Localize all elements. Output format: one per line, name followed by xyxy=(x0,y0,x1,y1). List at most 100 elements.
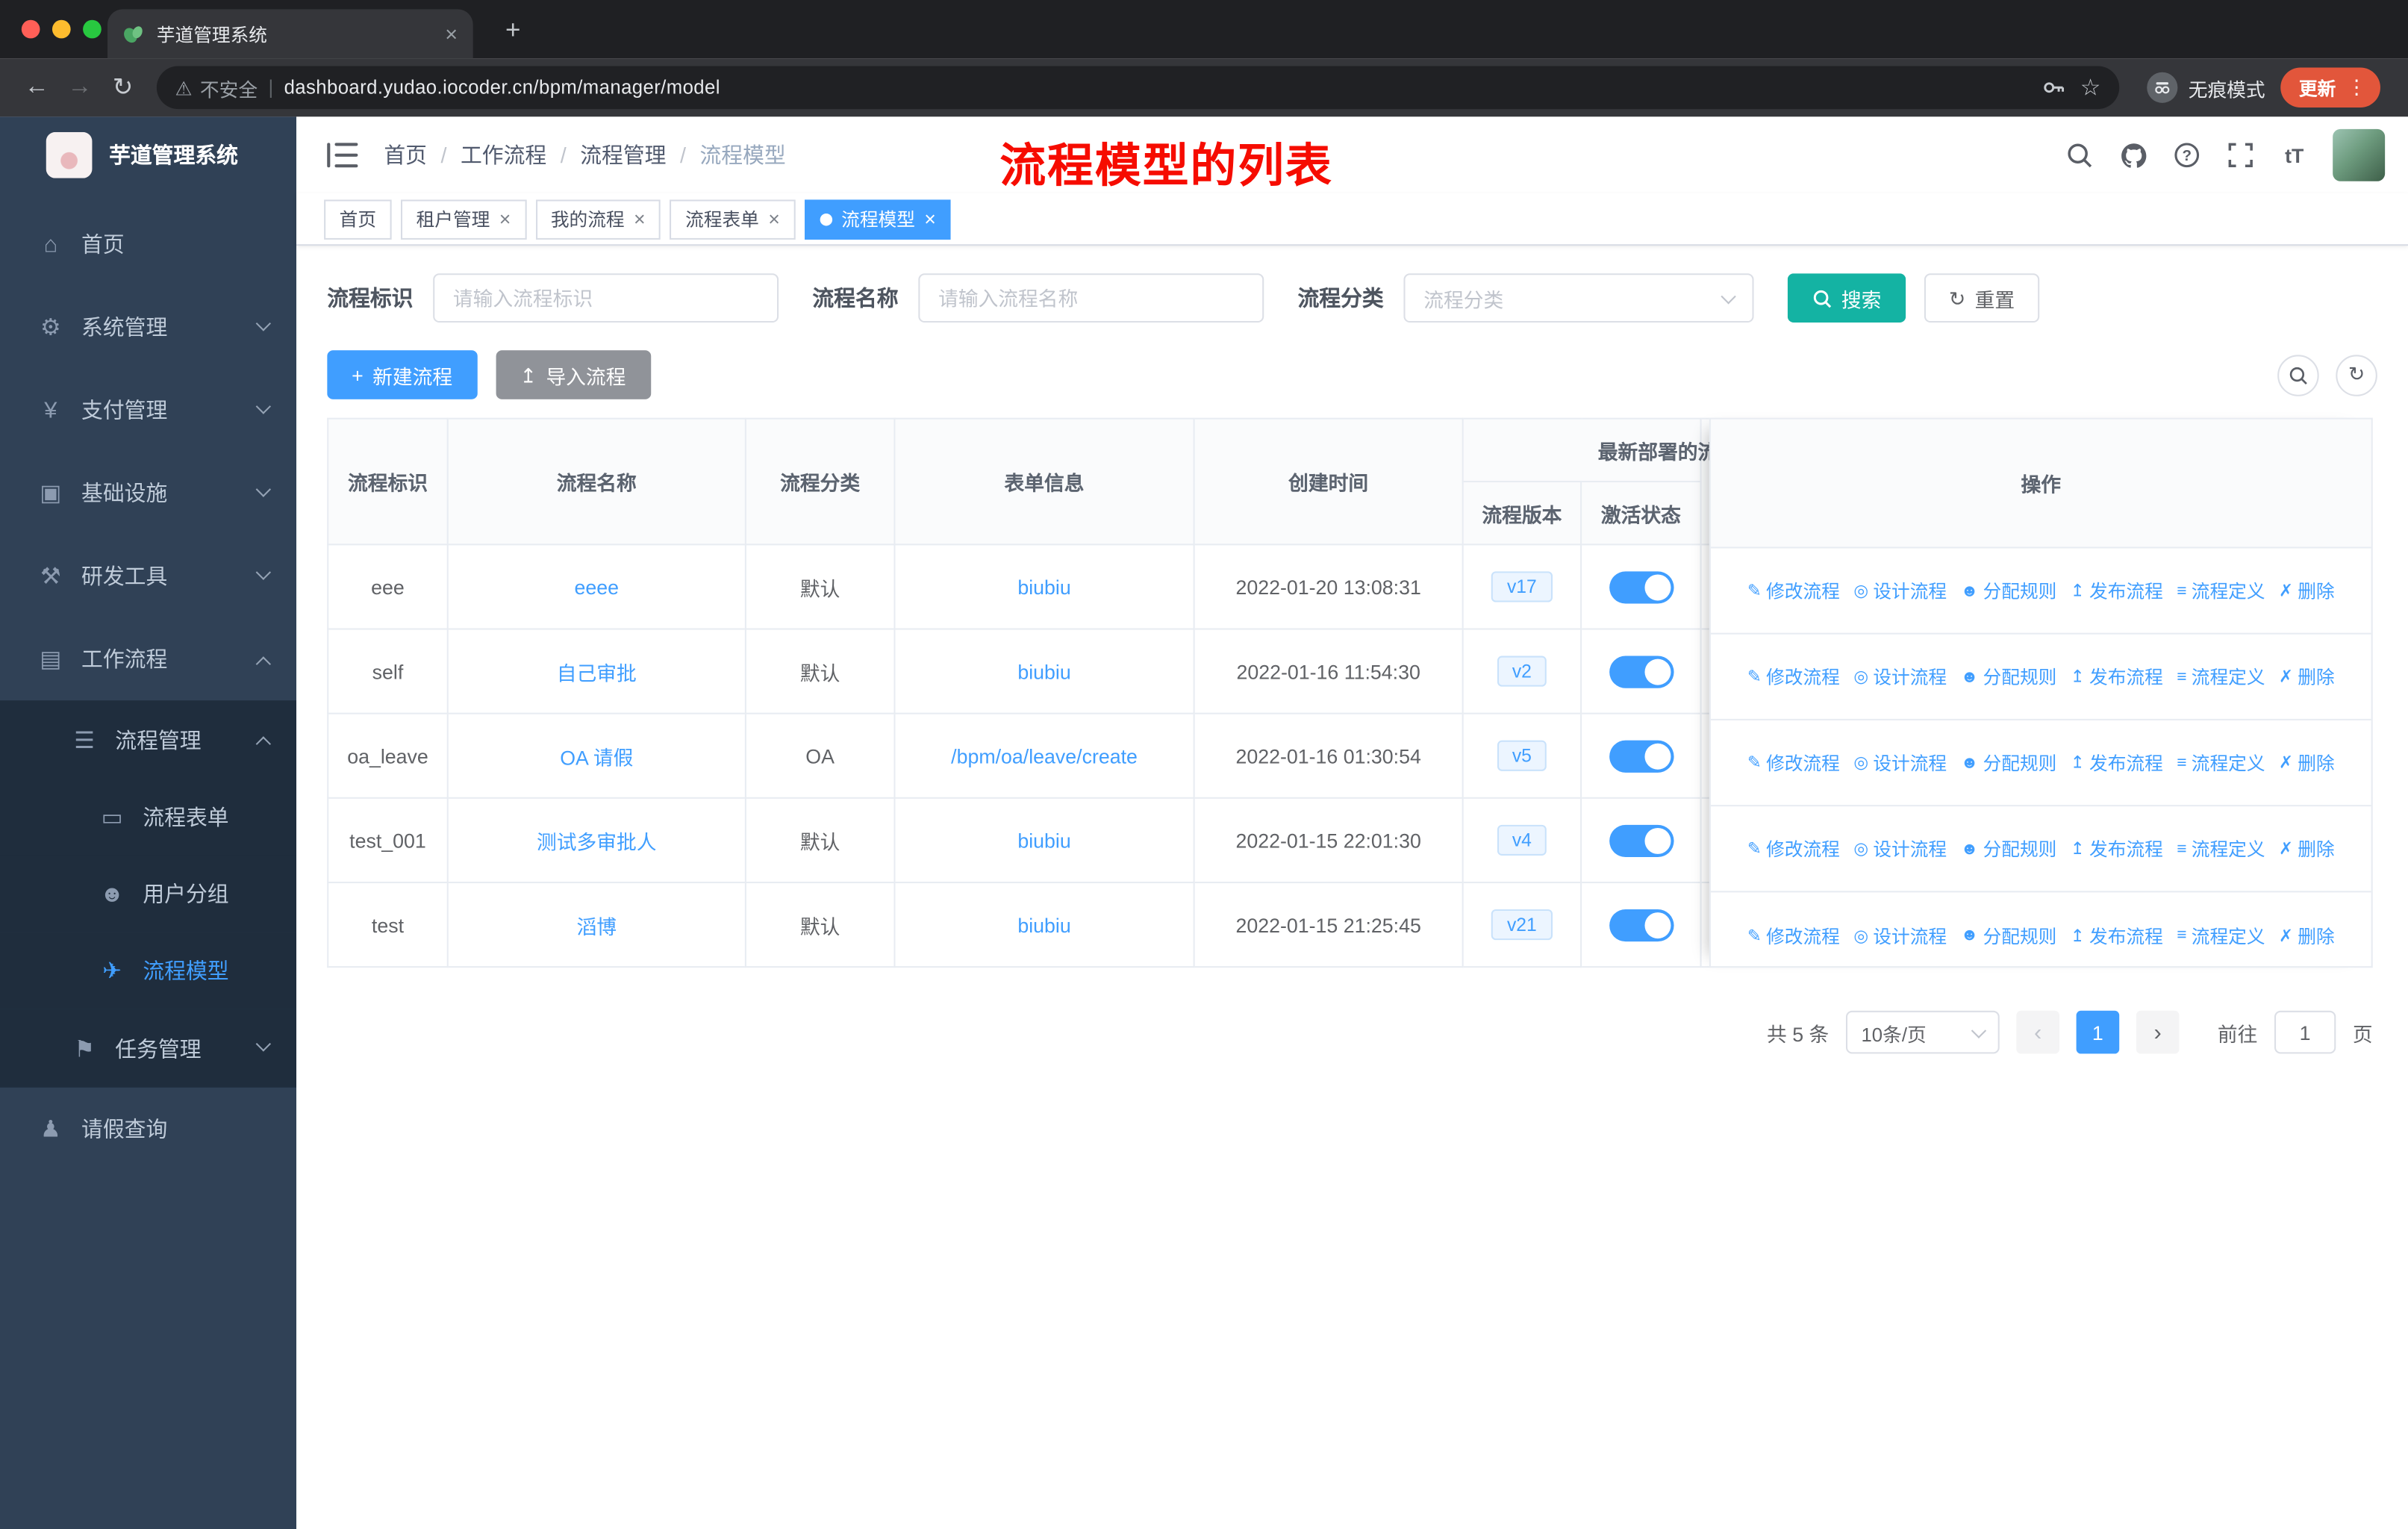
tag-租户管理[interactable]: 租户管理 × xyxy=(401,199,526,239)
page-button-1[interactable]: 1 xyxy=(2076,1010,2120,1054)
sidebar-item-user-group[interactable]: ☻ 用户分组 xyxy=(0,855,297,932)
reload-icon[interactable]: ↻ xyxy=(102,66,145,109)
sidebar-logo-row[interactable]: 芋道管理系统 xyxy=(0,116,296,193)
process-category-select[interactable]: 流程分类 xyxy=(1403,273,1754,323)
process-name-link[interactable]: OA 请假 xyxy=(560,746,633,769)
forward-icon[interactable]: → xyxy=(58,66,102,109)
search-icon[interactable] xyxy=(2064,140,2094,170)
browser-menu-icon[interactable]: ⋮ xyxy=(2347,75,2367,100)
zoom-window-button[interactable] xyxy=(83,19,102,39)
sidebar-item-workflow[interactable]: ▤ 工作流程 xyxy=(0,617,296,700)
tag-流程模型[interactable]: 流程模型 × xyxy=(804,199,952,239)
tab-close-icon[interactable]: × xyxy=(445,22,458,46)
action-publish-process[interactable]: ↥ 发布流程 xyxy=(2071,750,2163,776)
fullscreen-icon[interactable] xyxy=(2225,140,2256,170)
action-assign-rule[interactable]: ☻ 分配规则 xyxy=(1961,664,2057,690)
security-chip[interactable]: ⚠ 不安全 xyxy=(175,73,258,102)
password-key-icon[interactable] xyxy=(2040,75,2065,100)
refresh-table-icon[interactable]: ↻ xyxy=(2336,354,2377,396)
tag-我的流程[interactable]: 我的流程 × xyxy=(535,199,661,239)
tag-首页[interactable]: 首页 xyxy=(324,199,392,239)
form-info-link[interactable]: biubiu xyxy=(1017,660,1070,683)
tag-close-icon[interactable]: × xyxy=(499,208,511,231)
page-size-select[interactable]: 10条/页 xyxy=(1845,1010,2000,1054)
form-info-link[interactable]: biubiu xyxy=(1017,575,1070,598)
active-toggle[interactable] xyxy=(1609,570,1674,603)
process-name-link[interactable]: 自己审批 xyxy=(557,661,637,685)
create-process-button[interactable]: + 新建流程 xyxy=(327,350,478,399)
goto-page-input[interactable] xyxy=(2274,1010,2336,1054)
sidebar-item-dev-tools[interactable]: ⚒ 研发工具 xyxy=(0,535,296,617)
active-toggle[interactable] xyxy=(1609,739,1674,772)
sidebar-item-task-management[interactable]: ⚑ 任务管理 xyxy=(0,1009,297,1088)
bookmark-star-icon[interactable]: ☆ xyxy=(2080,74,2101,102)
action-design-process[interactable]: ◎ 设计流程 xyxy=(1853,664,1947,690)
form-info-link[interactable]: /bpm/oa/leave/create xyxy=(951,744,1138,767)
close-window-button[interactable] xyxy=(21,19,40,39)
sidebar-item-leave-query[interactable]: ♟ 请假查询 xyxy=(0,1088,296,1171)
sidebar-item-process-form[interactable]: ▭ 流程表单 xyxy=(0,779,297,856)
action-process-definition[interactable]: ≡ 流程定义 xyxy=(2177,750,2265,776)
prev-page-button[interactable]: ‹ xyxy=(2016,1010,2059,1054)
action-design-process[interactable]: ◎ 设计流程 xyxy=(1853,835,1947,862)
tag-流程表单[interactable]: 流程表单 × xyxy=(670,199,796,239)
sidebar-item-process-management[interactable]: ☰ 流程管理 xyxy=(0,700,297,779)
action-edit-process[interactable]: ✎ 修改流程 xyxy=(1747,922,1840,948)
breadcrumb-item[interactable]: 首页 xyxy=(384,140,427,170)
action-delete[interactable]: ✗ 删除 xyxy=(2279,750,2335,776)
action-edit-process[interactable]: ✎ 修改流程 xyxy=(1747,578,1840,604)
action-design-process[interactable]: ◎ 设计流程 xyxy=(1853,922,1947,948)
action-process-definition[interactable]: ≡ 流程定义 xyxy=(2177,835,2265,862)
help-icon[interactable]: ? xyxy=(2171,140,2202,170)
next-page-button[interactable]: › xyxy=(2136,1010,2180,1054)
minimize-window-button[interactable] xyxy=(52,19,71,39)
font-size-icon[interactable]: tT xyxy=(2279,140,2309,170)
github-icon[interactable] xyxy=(2118,140,2148,170)
sidebar-item-system-management[interactable]: ⚙ 系统管理 xyxy=(0,286,296,369)
action-delete[interactable]: ✗ 删除 xyxy=(2279,835,2335,862)
breadcrumb-item[interactable]: 工作流程 xyxy=(461,140,546,170)
new-tab-button[interactable]: + xyxy=(494,14,531,51)
sidebar-item-home[interactable]: ⌂ 首页 xyxy=(0,203,296,286)
show-search-icon[interactable] xyxy=(2277,354,2319,396)
action-publish-process[interactable]: ↥ 发布流程 xyxy=(2071,835,2163,862)
action-process-definition[interactable]: ≡ 流程定义 xyxy=(2177,578,2265,604)
sidebar-collapse-icon[interactable] xyxy=(327,143,358,168)
action-assign-rule[interactable]: ☻ 分配规则 xyxy=(1961,922,2057,948)
process-name-link[interactable]: 测试多审批人 xyxy=(537,830,657,853)
action-assign-rule[interactable]: ☻ 分配规则 xyxy=(1961,750,2057,776)
action-publish-process[interactable]: ↥ 发布流程 xyxy=(2071,578,2163,604)
process-name-input[interactable] xyxy=(918,273,1264,323)
action-assign-rule[interactable]: ☻ 分配规则 xyxy=(1961,578,2057,604)
form-info-link[interactable]: biubiu xyxy=(1017,829,1070,852)
sidebar-item-process-model[interactable]: ✈ 流程模型 xyxy=(0,932,297,1009)
action-delete[interactable]: ✗ 删除 xyxy=(2279,578,2335,604)
action-publish-process[interactable]: ↥ 发布流程 xyxy=(2071,922,2163,948)
action-delete[interactable]: ✗ 删除 xyxy=(2279,664,2335,690)
process-key-input[interactable] xyxy=(433,273,779,323)
sidebar-item-infrastructure[interactable]: ▣ 基础设施 xyxy=(0,452,296,535)
address-bar[interactable]: ⚠ 不安全 | dashboard.yudao.iocoder.cn/bpm/m… xyxy=(156,66,2120,110)
back-icon[interactable]: ← xyxy=(16,66,59,109)
breadcrumb-item[interactable]: 流程管理 xyxy=(580,140,666,170)
tag-close-icon[interactable]: × xyxy=(634,208,646,231)
avatar[interactable] xyxy=(2333,128,2386,181)
action-publish-process[interactable]: ↥ 发布流程 xyxy=(2071,664,2163,690)
search-button[interactable]: 搜索 xyxy=(1787,273,1906,323)
tag-close-icon[interactable]: × xyxy=(924,208,936,231)
action-assign-rule[interactable]: ☻ 分配规则 xyxy=(1961,835,2057,862)
active-toggle[interactable] xyxy=(1609,823,1674,857)
sidebar-item-payment-management[interactable]: ¥ 支付管理 xyxy=(0,369,296,452)
reset-button[interactable]: ↻ 重置 xyxy=(1924,273,2040,323)
action-design-process[interactable]: ◎ 设计流程 xyxy=(1853,750,1947,776)
browser-tab[interactable]: 芋道管理系统 × xyxy=(107,9,473,59)
action-edit-process[interactable]: ✎ 修改流程 xyxy=(1747,664,1840,690)
active-toggle[interactable] xyxy=(1609,908,1674,941)
update-button[interactable]: 更新 ⋮ xyxy=(2280,67,2380,108)
process-name-link[interactable]: 滔博 xyxy=(577,915,617,938)
action-edit-process[interactable]: ✎ 修改流程 xyxy=(1747,835,1840,862)
action-delete[interactable]: ✗ 删除 xyxy=(2279,922,2335,948)
action-process-definition[interactable]: ≡ 流程定义 xyxy=(2177,664,2265,690)
action-process-definition[interactable]: ≡ 流程定义 xyxy=(2177,922,2265,948)
tag-close-icon[interactable]: × xyxy=(768,208,780,231)
